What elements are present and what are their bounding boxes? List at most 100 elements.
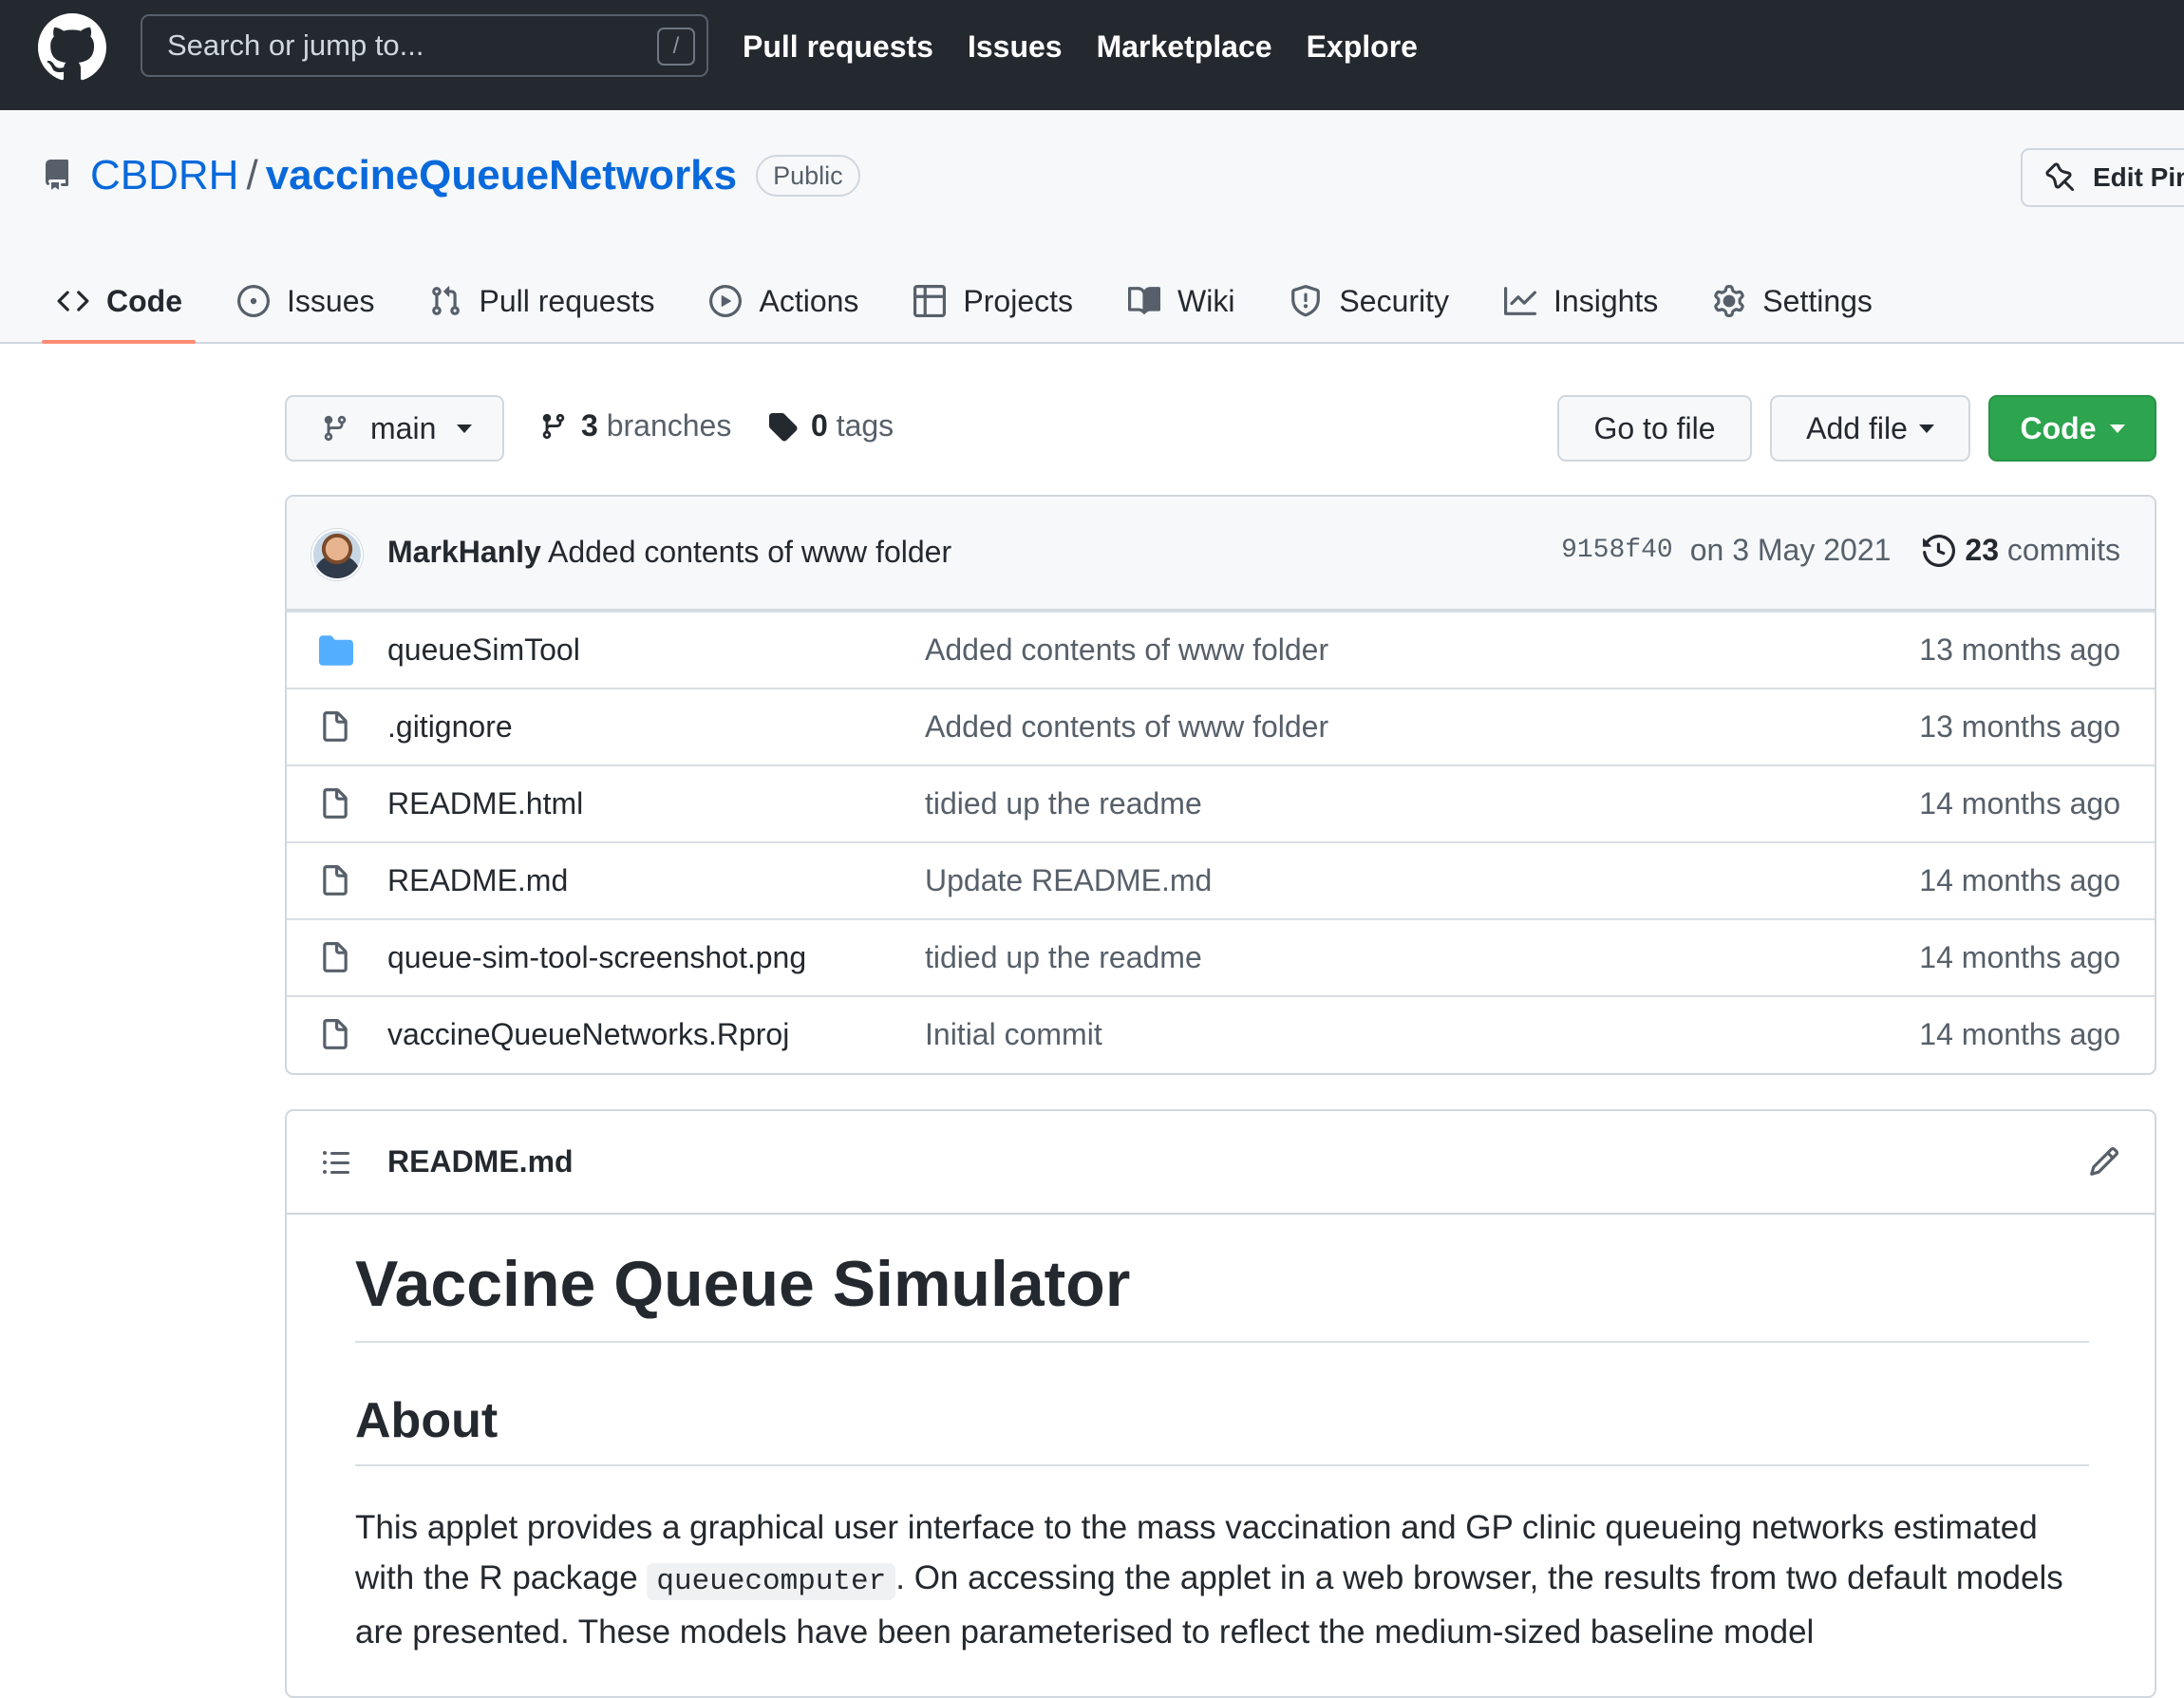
file-row[interactable]: queue-sim-tool-screenshot.png tidied up …: [287, 918, 2155, 995]
pin-icon: [2045, 162, 2076, 193]
tab-settings[interactable]: Settings: [1700, 272, 1886, 344]
file-row[interactable]: README.md Update README.md 14 months ago: [287, 841, 2155, 918]
github-logo-icon[interactable]: [38, 13, 106, 82]
commits-history-link[interactable]: 23 commits: [1923, 533, 2120, 568]
branch-select-button[interactable]: main: [285, 395, 504, 462]
code-button[interactable]: Code: [1988, 395, 2156, 462]
file-name-link[interactable]: README.html: [387, 786, 583, 821]
avatar[interactable]: [311, 529, 363, 580]
pencil-icon[interactable]: [2088, 1145, 2120, 1178]
chevron-down-icon: [457, 424, 473, 433]
commit-sha-link[interactable]: 9158f40: [1561, 536, 1673, 565]
file-commit-link[interactable]: Update README.md: [925, 863, 1212, 898]
commit-message-link[interactable]: Added contents of www folder: [548, 535, 951, 569]
list-icon[interactable]: [321, 1147, 351, 1178]
tab-insights-label: Insights: [1553, 283, 1659, 318]
file-icon: [319, 941, 351, 975]
tags-link[interactable]: 0 tags: [767, 408, 894, 443]
nav-issues[interactable]: Issues: [968, 27, 1063, 66]
tab-actions-label: Actions: [759, 283, 859, 318]
chevron-down-icon: [1918, 424, 1934, 433]
code-icon: [57, 285, 89, 317]
readme-heading: Vaccine Queue Simulator: [355, 1244, 2089, 1343]
file-commit-link[interactable]: Added contents of www folder: [925, 709, 1328, 745]
tab-code[interactable]: Code: [42, 272, 196, 344]
issue-icon: [237, 285, 270, 317]
tab-actions[interactable]: Actions: [696, 272, 872, 344]
nav-marketplace[interactable]: Marketplace: [1097, 27, 1272, 66]
tags-label: tags: [836, 408, 894, 443]
tab-code-label: Code: [106, 283, 182, 318]
file-row[interactable]: .gitignore Added contents of www folder …: [287, 688, 2155, 764]
tab-issues-label: Issues: [287, 283, 375, 318]
repo-separator: /: [246, 152, 258, 198]
tab-settings-label: Settings: [1762, 283, 1873, 318]
file-icon: [319, 787, 351, 821]
play-icon: [709, 285, 743, 317]
tab-issues[interactable]: Issues: [224, 272, 387, 344]
branches-count: 3: [581, 408, 598, 443]
file-age: 13 months ago: [1919, 632, 2120, 667]
readme-panel: README.md Vaccine Queue Simulator About …: [285, 1109, 2156, 1698]
tab-security[interactable]: Security: [1276, 272, 1462, 344]
commit-author-link[interactable]: MarkHanly: [387, 535, 541, 569]
tab-insights[interactable]: Insights: [1491, 272, 1671, 344]
repo-name-link[interactable]: vaccineQueueNetworks: [266, 150, 737, 201]
branches-label: branches: [606, 408, 732, 443]
tag-icon: [767, 411, 798, 442]
readme-header: README.md: [287, 1111, 2155, 1215]
add-file-label: Add file: [1806, 410, 1908, 445]
commit-meta: 9158f40 on 3 May 2021 23 commits: [1561, 533, 2120, 568]
file-icon: [319, 864, 351, 898]
readme-filename[interactable]: README.md: [387, 1144, 574, 1179]
file-row[interactable]: queueSimTool Added contents of www folde…: [287, 611, 2155, 688]
file-name-link[interactable]: vaccineQueueNetworks.Rproj: [387, 1017, 789, 1052]
branches-link[interactable]: 3 branches: [539, 408, 731, 443]
nav-pull-requests[interactable]: Pull requests: [743, 27, 933, 66]
readme-content: Vaccine Queue Simulator About This apple…: [355, 1244, 2089, 1657]
shield-icon: [1290, 285, 1322, 317]
file-name-link[interactable]: queueSimTool: [387, 632, 580, 668]
file-name-link[interactable]: README.md: [387, 863, 568, 898]
file-row[interactable]: README.html tidied up the readme 14 mont…: [287, 764, 2155, 841]
tab-wiki[interactable]: Wiki: [1115, 272, 1248, 344]
git-branch-icon: [321, 413, 349, 443]
tab-pull-requests-label: Pull requests: [479, 283, 655, 318]
tab-pull-requests[interactable]: Pull requests: [416, 272, 668, 344]
search-input[interactable]: Search or jump to... /: [141, 14, 708, 77]
latest-commit-message: MarkHanly Added contents of www folder: [387, 535, 951, 570]
chevron-down-icon: [2109, 424, 2125, 433]
global-header: Search or jump to... / Pull requests Iss…: [0, 0, 2184, 110]
file-commit-link[interactable]: Added contents of www folder: [925, 632, 1328, 668]
repo-tabs: Code Issues Pull requests Actions Projec…: [42, 272, 1914, 344]
file-name-link[interactable]: .gitignore: [387, 709, 513, 745]
repo-owner-link[interactable]: CBDRH: [90, 150, 238, 201]
commit-date: on 3 May 2021: [1689, 533, 1892, 567]
git-branch-icon: [539, 411, 568, 442]
tab-projects[interactable]: Projects: [900, 272, 1086, 344]
gear-icon: [1713, 285, 1745, 317]
file-commit-link[interactable]: tidied up the readme: [925, 786, 1202, 821]
repo-header: CBDRH / vaccineQueueNetworks Public Edit…: [0, 110, 2184, 344]
file-name-link[interactable]: queue-sim-tool-screenshot.png: [387, 940, 806, 975]
commits-label: commits: [2006, 533, 2120, 567]
graph-icon: [1504, 285, 1537, 317]
file-age: 14 months ago: [1919, 1017, 2120, 1051]
tab-projects-label: Projects: [963, 283, 1073, 318]
go-to-file-button[interactable]: Go to file: [1557, 395, 1752, 462]
commits-count: 23: [1965, 533, 1999, 567]
file-row[interactable]: vaccineQueueNetworks.Rproj Initial commi…: [287, 995, 2155, 1072]
file-age: 14 months ago: [1919, 863, 2120, 897]
edit-pins-button[interactable]: Edit Pins: [2021, 148, 2184, 207]
file-icon: [319, 1018, 351, 1052]
file-commit-link[interactable]: tidied up the readme: [925, 940, 1202, 975]
file-list: MarkHanly Added contents of www folder 9…: [285, 495, 2156, 1075]
file-commit-link[interactable]: Initial commit: [925, 1017, 1102, 1052]
file-age: 14 months ago: [1919, 940, 2120, 974]
nav-explore[interactable]: Explore: [1307, 27, 1418, 66]
visibility-badge: Public: [756, 155, 860, 197]
add-file-button[interactable]: Add file: [1770, 395, 1970, 462]
tags-count: 0: [811, 408, 828, 443]
search-placeholder: Search or jump to...: [167, 28, 424, 62]
book-icon: [1128, 285, 1160, 317]
